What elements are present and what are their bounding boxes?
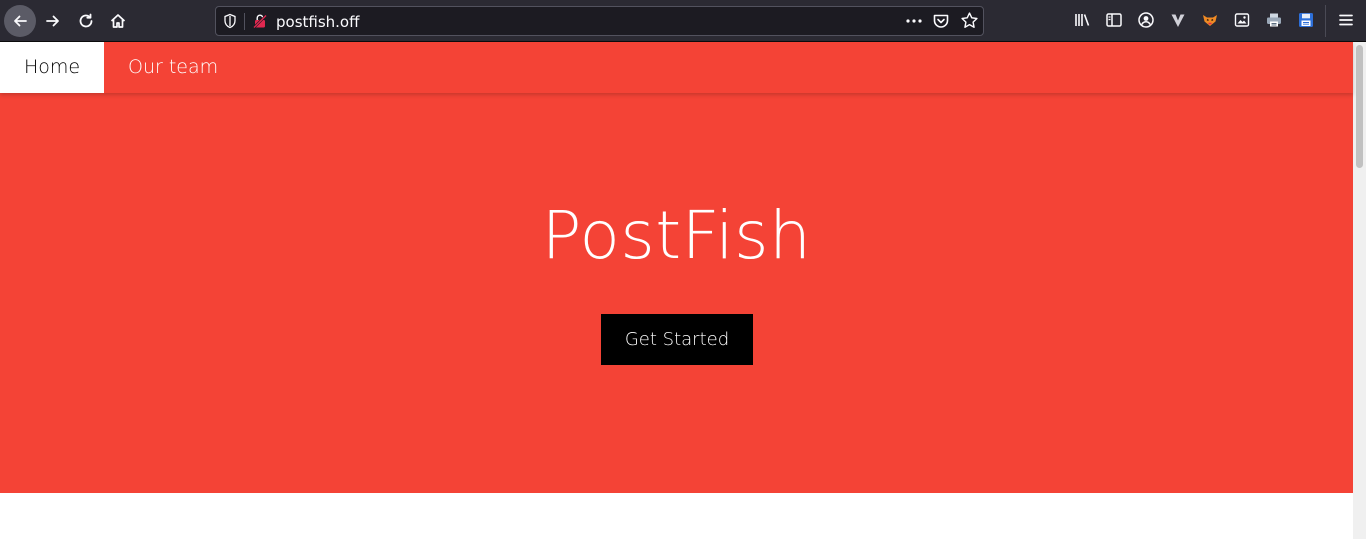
arrow-back-icon (14, 15, 27, 27)
home-icon (110, 14, 126, 28)
scrollbar-thumb[interactable] (1356, 45, 1363, 168)
account-icon[interactable] (1137, 11, 1155, 29)
extension-printer-icon[interactable] (1265, 11, 1283, 29)
url-separator (244, 13, 245, 30)
reload-button[interactable] (70, 5, 102, 37)
extension-fox-icon[interactable] (1201, 11, 1219, 29)
web-page: Home Our team PostFish Get Started (0, 42, 1353, 539)
home-button[interactable] (102, 5, 134, 37)
hero-section: PostFish Get Started (0, 93, 1353, 493)
url-text[interactable]: postfish.off (276, 13, 359, 31)
forward-button[interactable] (37, 5, 69, 37)
bookmark-star-icon[interactable] (960, 11, 979, 30)
extension-save-icon[interactable] (1297, 11, 1315, 29)
page-actions-more-icon[interactable] (904, 12, 924, 30)
pocket-icon[interactable] (932, 12, 950, 30)
site-navbar: Home Our team (0, 42, 1353, 93)
reload-icon (79, 13, 93, 28)
sidebar-icon[interactable] (1105, 11, 1123, 29)
address-bar[interactable]: postfish.off (215, 6, 984, 36)
page-scrollbar[interactable] (1353, 42, 1366, 539)
back-button[interactable] (4, 5, 36, 37)
insecure-lock-icon[interactable] (252, 13, 268, 29)
hero-title: PostFish (541, 197, 812, 274)
get-started-button[interactable]: Get Started (601, 314, 753, 365)
arrow-forward-icon (46, 15, 59, 27)
vivaldi-icon[interactable] (1169, 11, 1187, 29)
nav-link-home[interactable]: Home (0, 42, 104, 93)
extension-screenshot-icon[interactable] (1233, 11, 1251, 29)
menu-icon[interactable] (1337, 11, 1355, 29)
tracking-shield-icon[interactable] (222, 13, 238, 29)
library-icon[interactable] (1073, 11, 1091, 29)
nav-link-our-team[interactable]: Our team (104, 42, 242, 93)
browser-toolbar: postfish.off (0, 0, 1366, 42)
toolbar-divider (1325, 5, 1326, 37)
